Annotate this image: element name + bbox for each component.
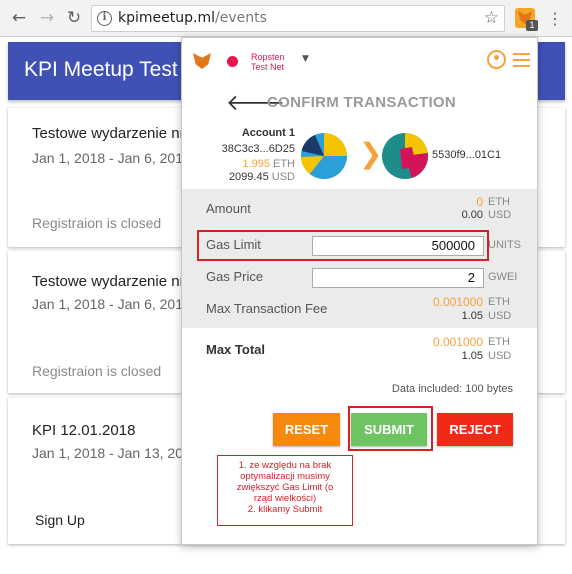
- gas-price-input[interactable]: 2: [312, 268, 484, 288]
- menu-dots-icon[interactable]: ⋮: [547, 10, 563, 28]
- annotation-note: 1. ze względu na brak optymalizacji musi…: [217, 455, 353, 526]
- max-total-eth-unit: ETH: [488, 336, 510, 348]
- max-total-row: Max Total 0.001000 ETH 1.05 USD: [182, 328, 537, 381]
- reset-button[interactable]: RESET: [273, 413, 340, 446]
- event-dates: Jan 1, 2018 - Jan 6, 201: [32, 150, 183, 166]
- network-status-dot: [227, 56, 238, 67]
- max-total-usd-unit: USD: [488, 350, 512, 362]
- recipient-identicon: [382, 133, 428, 179]
- registration-status: Registraion is closed: [32, 215, 162, 231]
- annotation-line: rząd wielkości): [253, 493, 317, 504]
- sender-usd-balance: 2099.45 USD: [228, 171, 295, 183]
- event-dates: Jan 1, 2018 - Jan 6, 201: [32, 296, 183, 312]
- extension-badge: 1: [526, 20, 538, 31]
- amount-usd-unit: USD: [488, 209, 512, 221]
- info-icon[interactable]: i: [97, 11, 112, 26]
- recipient-address: 5530f9...01C1: [432, 149, 502, 161]
- amount-usd: 0.00: [461, 209, 483, 221]
- max-fee-label: Max Transaction Fee: [206, 301, 328, 316]
- confirm-transaction-title: CONFIRM TRANSACTION: [267, 94, 457, 111]
- annotation-line: zwiększyć Gas Limit (o: [236, 482, 334, 493]
- network-selector[interactable]: Ropsten Test Net: [251, 52, 299, 72]
- account-icon[interactable]: [487, 50, 506, 69]
- event-title: Testowe wydarzenie nr: [32, 273, 185, 290]
- forward-icon[interactable]: →: [36, 7, 58, 29]
- max-total-label: Max Total: [206, 342, 265, 357]
- metamask-extension-button[interactable]: 1: [515, 8, 538, 31]
- sender-eth-balance: 1.995 ETH: [242, 158, 295, 170]
- hamburger-icon[interactable]: [513, 53, 530, 67]
- max-fee-eth-unit: ETH: [488, 296, 510, 308]
- gas-price-label: Gas Price: [206, 269, 264, 284]
- max-fee-usd: 1.05: [461, 310, 483, 322]
- site-title: KPI Meetup Test: [24, 58, 178, 81]
- data-included-text: Data included: 100 bytes: [391, 383, 513, 395]
- sender-address: 38C3c3...6D25: [221, 143, 295, 155]
- gas-limit-annotation-box: [197, 230, 489, 261]
- back-icon[interactable]: ←: [8, 7, 30, 29]
- max-fee-usd-unit: USD: [488, 310, 512, 322]
- amount-eth-unit: ETH: [488, 196, 510, 208]
- sign-up-button[interactable]: Sign Up: [35, 512, 85, 528]
- max-total-usd: 1.05: [461, 350, 483, 362]
- url-text[interactable]: kpimeetup.ml/events: [118, 10, 267, 26]
- event-title: Testowe wydarzenie nr: [32, 125, 185, 142]
- gas-limit-unit: UNITS: [488, 239, 521, 251]
- sender-account-name: Account 1: [241, 127, 295, 139]
- amount-label: Amount: [206, 201, 251, 216]
- registration-status: Registraion is closed: [32, 363, 162, 379]
- annotation-line: optymalizacji musimy: [240, 471, 330, 482]
- max-fee-eth: 0.001000: [432, 295, 483, 309]
- browser-toolbar: ← → ↻ i kpimeetup.ml/events ☆ 1 ⋮: [0, 0, 572, 37]
- annotation-line: 1. ze względu na brak: [238, 460, 332, 471]
- star-icon[interactable]: ☆: [484, 8, 499, 28]
- max-total-eth: 0.001000: [432, 335, 483, 349]
- amount-eth: 0: [476, 195, 483, 209]
- annotation-line: 2. klikamy Submit: [247, 504, 323, 515]
- metamask-fox-icon: [193, 53, 211, 69]
- sender-identicon: [301, 133, 347, 179]
- chevron-down-icon[interactable]: ▼: [302, 54, 309, 64]
- event-dates: Jan 1, 2018 - Jan 13, 20: [32, 445, 183, 461]
- event-title: KPI 12.01.2018: [32, 422, 136, 439]
- reject-button[interactable]: REJECT: [437, 413, 513, 446]
- gas-price-unit: GWEI: [488, 271, 518, 283]
- address-bar[interactable]: i kpimeetup.ml/events ☆: [91, 5, 505, 32]
- submit-annotation-box: [348, 406, 433, 451]
- chevron-right-icon: ❯: [359, 137, 383, 170]
- reload-icon[interactable]: ↻: [63, 7, 85, 29]
